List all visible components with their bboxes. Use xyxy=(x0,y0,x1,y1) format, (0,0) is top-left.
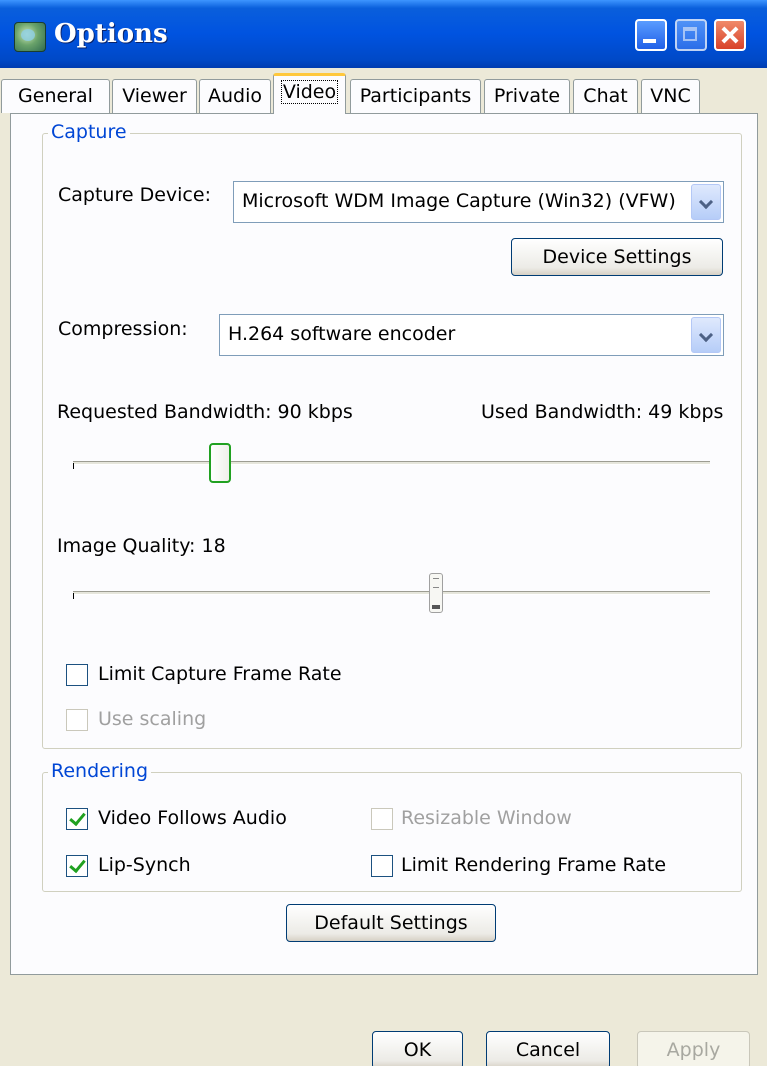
apply-button: Apply xyxy=(637,1031,750,1066)
bandwidth-slider-thumb[interactable] xyxy=(209,443,231,483)
app-icon xyxy=(14,22,46,52)
default-settings-button[interactable]: Default Settings xyxy=(286,904,496,942)
tab-label: Audio xyxy=(207,85,262,107)
ok-button[interactable]: OK xyxy=(372,1031,463,1066)
capture-device-value: Microsoft WDM Image Capture (Win32) (VFW… xyxy=(242,190,676,212)
resizable-window-checkbox xyxy=(371,808,393,830)
checkmark-icon xyxy=(69,855,86,874)
checkmark-icon xyxy=(69,808,86,827)
compression-label: Compression: xyxy=(58,318,188,340)
use-scaling-label: Use scaling xyxy=(98,708,207,730)
tab-label: Participants xyxy=(359,85,472,107)
capture-group xyxy=(42,133,742,749)
tab-viewer[interactable]: Viewer xyxy=(112,79,197,113)
tab-label: General xyxy=(18,85,93,107)
limit-rendering-frame-rate-checkbox[interactable] xyxy=(371,855,393,877)
image-quality-slider-thumb[interactable] xyxy=(429,573,443,613)
tab-private[interactable]: Private xyxy=(484,79,570,113)
chevron-down-icon[interactable] xyxy=(691,317,721,353)
bandwidth-slider-track[interactable] xyxy=(73,461,710,465)
video-follows-audio-checkbox[interactable] xyxy=(66,808,88,830)
rendering-group-label: Rendering xyxy=(48,760,152,782)
image-quality-label: Image Quality: 18 xyxy=(57,535,226,557)
video-follows-audio-label: Video Follows Audio xyxy=(98,807,287,829)
limit-rendering-frame-rate-label: Limit Rendering Frame Rate xyxy=(401,854,667,876)
tab-label: Video xyxy=(280,80,339,104)
tab-participants[interactable]: Participants xyxy=(350,79,481,113)
compression-value: H.264 software encoder xyxy=(228,323,456,345)
limit-capture-frame-rate-label: Limit Capture Frame Rate xyxy=(98,663,342,685)
slider-tick xyxy=(73,593,74,599)
tab-label: Viewer xyxy=(122,85,187,107)
chevron-down-icon[interactable] xyxy=(691,184,721,220)
lip-synch-label: Lip-Synch xyxy=(98,854,191,876)
resizable-window-label: Resizable Window xyxy=(401,807,572,829)
tab-chat[interactable]: Chat xyxy=(573,79,638,113)
device-settings-button[interactable]: Device Settings xyxy=(511,238,723,276)
tab-general[interactable]: General xyxy=(1,79,110,113)
capture-device-select[interactable]: Microsoft WDM Image Capture (Win32) (VFW… xyxy=(233,181,724,223)
capture-device-label: Capture Device: xyxy=(58,184,211,206)
tab-label: Private xyxy=(493,85,561,107)
tab-video[interactable]: Video xyxy=(273,73,346,114)
limit-capture-frame-rate-checkbox[interactable] xyxy=(66,664,88,686)
used-bandwidth-label: Used Bandwidth: 49 kbps xyxy=(481,401,724,423)
tab-label: Chat xyxy=(583,85,628,107)
capture-group-label: Capture xyxy=(48,121,130,143)
use-scaling-checkbox xyxy=(66,709,88,731)
close-button[interactable] xyxy=(714,19,746,51)
title-bar[interactable]: Options xyxy=(0,0,767,68)
image-quality-slider-track[interactable] xyxy=(73,591,710,595)
minimize-button[interactable] xyxy=(635,19,667,51)
slider-tick xyxy=(73,463,74,469)
requested-bandwidth-label: Requested Bandwidth: 90 kbps xyxy=(57,401,353,423)
lip-synch-checkbox[interactable] xyxy=(66,855,88,877)
tab-audio[interactable]: Audio xyxy=(199,79,271,113)
compression-select[interactable]: H.264 software encoder xyxy=(219,314,724,356)
maximize-button xyxy=(675,19,707,51)
cancel-button[interactable]: Cancel xyxy=(486,1031,610,1066)
tab-vnc[interactable]: VNC xyxy=(641,79,700,113)
options-dialog: Options General Viewer Audio Video Parti… xyxy=(0,0,767,1066)
window-title: Options xyxy=(54,19,168,49)
tab-label: VNC xyxy=(650,85,691,107)
